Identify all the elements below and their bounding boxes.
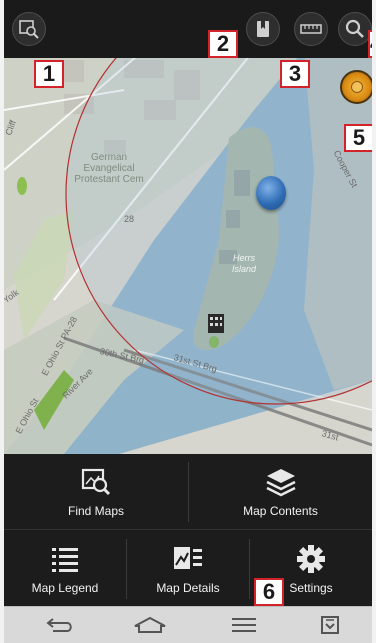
map-legend-label: Map Legend xyxy=(31,581,99,595)
current-location-marker xyxy=(256,176,286,210)
compass-icon[interactable] xyxy=(340,70,372,104)
legend-list-icon xyxy=(48,543,82,575)
callout-1: 1 xyxy=(34,60,64,88)
map-contents-label: Map Contents xyxy=(243,504,318,518)
callout-3: 3 xyxy=(280,60,310,88)
home-icon xyxy=(134,616,166,633)
callout-5: 5 xyxy=(344,124,372,152)
menu-icon xyxy=(232,618,256,632)
map-details-label: Map Details xyxy=(156,581,220,595)
screen: German Evangelical Protestant Cem Herrs … xyxy=(4,0,372,643)
menu-row-1: Find Maps Map Contents xyxy=(4,454,372,530)
map-view[interactable]: German Evangelical Protestant Cem Herrs … xyxy=(4,50,372,454)
layers-icon xyxy=(264,466,298,498)
cemetery-label: German Evangelical Protestant Cem xyxy=(74,152,144,185)
search-button[interactable] xyxy=(338,12,372,46)
bookmarks-button[interactable] xyxy=(246,12,280,46)
search-icon xyxy=(345,19,364,38)
map-details-icon xyxy=(171,543,205,575)
measure-button[interactable] xyxy=(294,12,328,46)
settings-label: Settings xyxy=(289,581,333,595)
menu-button[interactable] xyxy=(224,610,264,640)
map-canvas[interactable] xyxy=(4,50,372,454)
map-details-menu-item[interactable]: Map Details xyxy=(127,531,249,607)
bookmark-icon xyxy=(257,21,269,37)
gear-icon xyxy=(294,543,328,575)
menu-row-2: Map Legend Map Details Settings xyxy=(4,531,372,607)
find-maps-icon xyxy=(79,466,113,498)
system-nav-bar xyxy=(4,606,372,643)
callout-2: 2 xyxy=(208,30,238,58)
callout-4: 4 xyxy=(368,30,372,58)
map-legend-menu-item[interactable]: Map Legend xyxy=(4,531,126,607)
measure-ruler-icon xyxy=(300,24,322,34)
route-shield-28: 28 xyxy=(124,214,135,224)
map-contents-menu-item[interactable]: Map Contents xyxy=(189,454,372,530)
home-button[interactable] xyxy=(130,610,170,640)
notification-drawer-button[interactable] xyxy=(310,610,350,640)
building-poi-icon[interactable] xyxy=(207,312,225,334)
island-label: Herrs Island xyxy=(231,253,257,274)
find-maps-label: Find Maps xyxy=(67,504,125,518)
callout-6: 6 xyxy=(254,578,284,606)
back-button[interactable] xyxy=(40,610,80,640)
find-maps-menu-item[interactable]: Find Maps xyxy=(4,454,188,530)
top-toolbar xyxy=(4,0,372,58)
find-maps-icon xyxy=(19,20,39,39)
map-menu-panel: Find Maps Map Contents Map Legend Map De… xyxy=(4,454,372,606)
back-icon xyxy=(46,618,72,632)
download-icon xyxy=(321,616,339,634)
find-maps-button[interactable] xyxy=(12,12,46,46)
